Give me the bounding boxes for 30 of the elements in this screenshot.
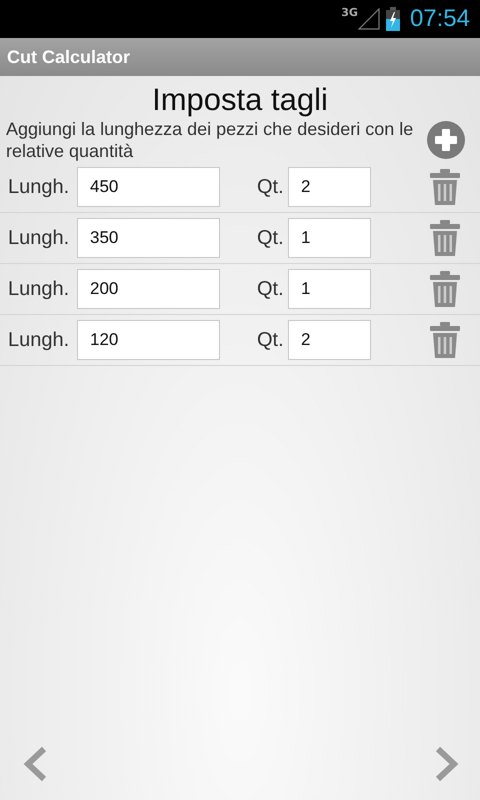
length-input-field[interactable]: 200 (77, 269, 220, 309)
app-title: Cut Calculator (7, 46, 130, 68)
network-type: 3G (341, 6, 358, 19)
quantity-label: Qt. (257, 278, 285, 300)
length-input-field[interactable]: 450 (77, 167, 220, 207)
trash-icon[interactable] (430, 322, 460, 358)
trash-icon[interactable] (430, 169, 460, 205)
add-icon[interactable] (426, 120, 466, 160)
battery-charging-icon (386, 7, 400, 31)
trash-icon[interactable] (430, 220, 460, 256)
quantity-input-field[interactable]: 1 (288, 218, 371, 258)
length-label: Lungh. (8, 176, 70, 198)
quantity-input-field[interactable]: 1 (288, 269, 371, 309)
length-label: Lungh. (8, 226, 70, 250)
next-icon[interactable] (434, 746, 460, 782)
length-input-field[interactable]: 120 (77, 320, 220, 360)
clock: 07:54 (410, 5, 470, 33)
length-label: Lungh. (8, 278, 70, 300)
quantity-label: Qt. (257, 176, 285, 198)
quantity-input-field[interactable]: 2 (288, 167, 371, 207)
quantity-label: Qt. (257, 328, 285, 352)
instructions-text: Aggiungi la lunghezza dei pezzi che desideri con le relative quantità (6, 118, 414, 162)
quantity-input-field[interactable]: 2 (288, 320, 371, 360)
trash-icon[interactable] (430, 271, 460, 307)
length-input-field[interactable]: 350 (77, 218, 220, 258)
previous-icon[interactable] (22, 746, 48, 782)
length-label: Lungh. (8, 328, 70, 352)
page-heading: Imposta tagli (151, 82, 329, 118)
signal-icon (358, 8, 380, 30)
quantity-label: Qt. (257, 226, 285, 250)
